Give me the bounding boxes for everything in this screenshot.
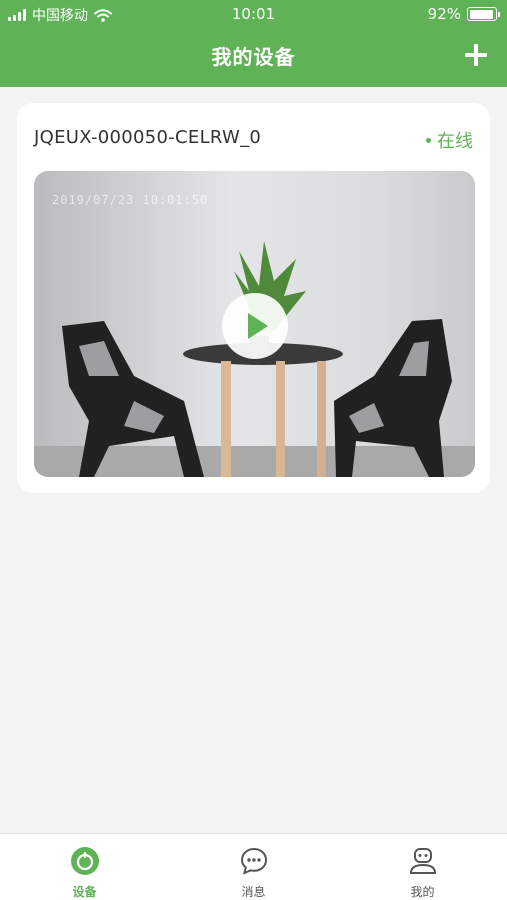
status-right: 92%: [427, 5, 500, 23]
header: 中国移动 10:01 92% 我的设备: [0, 0, 507, 87]
battery-fill: [469, 9, 493, 19]
device-status-label: 在线: [437, 131, 473, 152]
device-card[interactable]: JQEUX-000050-CELRW_0 在线 2019/07/23 10:01…: [17, 103, 490, 493]
tab-label: 我的: [410, 885, 435, 899]
tab-label: 设备: [72, 885, 97, 899]
device-status: 在线: [426, 127, 473, 153]
page-title: 我的设备: [211, 45, 296, 69]
tab-profile[interactable]: 我的: [338, 834, 507, 900]
device-name: JQEUX-000050-CELRW_0: [34, 127, 262, 148]
tab-devices[interactable]: 设备: [0, 834, 169, 900]
camera-preview[interactable]: 2019/07/23 10:01:50: [34, 171, 475, 477]
device-icon: [70, 847, 99, 875]
message-icon: [240, 847, 267, 875]
tab-bar: 设备 消息 我的: [0, 833, 507, 900]
play-icon[interactable]: [222, 293, 288, 359]
battery-percent: 92%: [427, 5, 461, 23]
preview-timestamp: 2019/07/23 10:01:50: [52, 193, 209, 207]
status-dot-icon: [426, 137, 431, 143]
battery-icon: [467, 7, 500, 21]
tab-messages[interactable]: 消息: [169, 834, 338, 900]
tab-label: 消息: [241, 885, 266, 899]
add-device-button[interactable]: [463, 42, 489, 68]
profile-icon: [409, 848, 436, 874]
status-bar: 中国移动 10:01 92%: [0, 0, 507, 30]
